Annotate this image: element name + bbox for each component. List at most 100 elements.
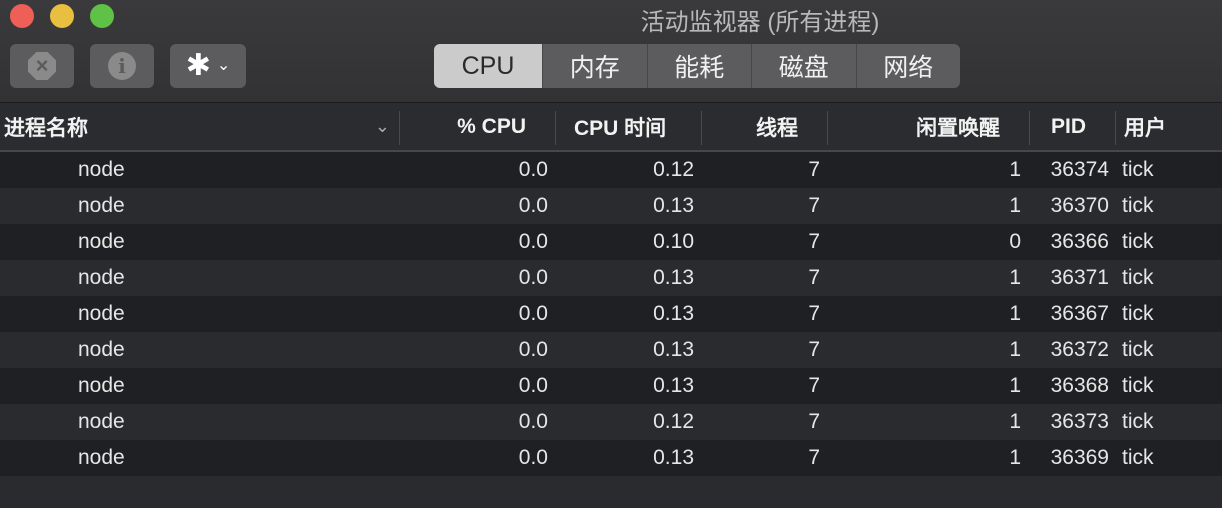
- cell-pid: 36370: [1050, 194, 1109, 217]
- cell-name: node: [78, 338, 125, 361]
- cell-user: tick: [1122, 374, 1154, 397]
- cell-cpu-pct: 0.0: [518, 230, 548, 253]
- table-row[interactable]: node 0.0 0.10 7 0 36366 tick: [0, 224, 1222, 260]
- cell-cpu-pct: 0.0: [518, 410, 548, 433]
- cell-name: node: [78, 194, 125, 217]
- table-row[interactable]: node 0.0 0.12 7 1 36373 tick: [0, 404, 1222, 440]
- cell-name: node: [78, 410, 125, 433]
- cell-cpu-time: 0.13: [653, 446, 694, 469]
- chevron-down-icon: ⌄: [216, 57, 231, 74]
- cell-cpu-time: 0.13: [653, 194, 694, 217]
- cell-cpu-time: 0.12: [653, 410, 694, 433]
- cell-user: tick: [1122, 230, 1154, 253]
- cell-user: tick: [1122, 446, 1154, 469]
- cell-cpu-pct: 0.0: [518, 266, 548, 289]
- cell-user: tick: [1122, 302, 1154, 325]
- column-header-cpu-time[interactable]: CPU 时间: [574, 103, 700, 150]
- cell-threads: 7: [808, 266, 820, 289]
- cell-pid: 36373: [1050, 410, 1109, 433]
- cell-pid: 36374: [1050, 158, 1109, 181]
- tab-1[interactable]: 内存: [542, 44, 647, 88]
- cell-pid: 36372: [1050, 338, 1109, 361]
- cell-cpu-pct: 0.0: [518, 158, 548, 181]
- sort-chevron-icon[interactable]: ⌄: [375, 116, 390, 137]
- cell-idle-wakeups: 1: [1009, 266, 1021, 289]
- cell-pid: 36367: [1050, 302, 1109, 325]
- cell-name: node: [78, 158, 125, 181]
- cell-idle-wakeups: 0: [1009, 230, 1021, 253]
- cell-name: node: [78, 230, 125, 253]
- column-header-user[interactable]: 用户: [1124, 103, 1220, 150]
- cell-idle-wakeups: 1: [1009, 338, 1021, 361]
- zoom-window-button[interactable]: [90, 4, 114, 28]
- cell-cpu-pct: 0.0: [518, 446, 548, 469]
- column-header-name[interactable]: 进程名称 ⌄: [4, 103, 394, 150]
- cell-name: node: [78, 266, 125, 289]
- cell-cpu-time: 0.13: [653, 302, 694, 325]
- column-label-name: 进程名称: [4, 116, 88, 140]
- cell-user: tick: [1122, 158, 1154, 181]
- tab-2[interactable]: 能耗: [646, 44, 752, 88]
- column-header-pid[interactable]: PID: [1030, 103, 1086, 150]
- cell-user: tick: [1122, 338, 1154, 361]
- inspect-process-button[interactable]: i: [90, 44, 154, 88]
- close-window-button[interactable]: [10, 4, 34, 28]
- cell-name: node: [78, 374, 125, 397]
- cell-threads: 7: [808, 158, 820, 181]
- cell-idle-wakeups: 1: [1009, 158, 1021, 181]
- tab-0[interactable]: CPU: [434, 44, 542, 88]
- tab-4[interactable]: 网络: [855, 44, 961, 88]
- tab-3[interactable]: 磁盘: [751, 44, 856, 88]
- cell-threads: 7: [808, 338, 820, 361]
- window-title: 活动监视器 (所有进程): [640, 9, 880, 36]
- cell-name: node: [78, 446, 125, 469]
- stop-process-icon: ×: [28, 52, 56, 80]
- cell-cpu-time: 0.10: [653, 230, 694, 253]
- cell-idle-wakeups: 1: [1009, 374, 1021, 397]
- column-divider[interactable]: [555, 111, 556, 145]
- table-row[interactable]: node 0.0 0.13 7 1 36368 tick: [0, 368, 1222, 404]
- cell-pid: 36369: [1050, 446, 1109, 469]
- cell-idle-wakeups: 1: [1009, 410, 1021, 433]
- cell-threads: 7: [808, 194, 820, 217]
- stop-process-button[interactable]: ×: [10, 44, 74, 88]
- gear-icon: ✱: [185, 49, 211, 82]
- cell-cpu-time: 0.13: [653, 338, 694, 361]
- table-row[interactable]: node 0.0 0.13 7 1 36367 tick: [0, 296, 1222, 332]
- cell-pid: 36368: [1050, 374, 1109, 397]
- cell-pid: 36366: [1050, 230, 1109, 253]
- cell-threads: 7: [808, 446, 820, 469]
- actions-menu-button[interactable]: ✱ ⌄: [170, 44, 246, 88]
- cell-name: node: [78, 302, 125, 325]
- column-header-threads[interactable]: 线程: [702, 103, 798, 150]
- table-row[interactable]: node 0.0 0.13 7 1 36370 tick: [0, 188, 1222, 224]
- process-table: node 0.0 0.12 7 1 36374 tick node 0.0 0.13 7 1 36370…: [0, 152, 1222, 476]
- table-row[interactable]: node 0.0 0.13 7 1 36369 tick: [0, 440, 1222, 476]
- column-divider[interactable]: [1115, 111, 1116, 145]
- table-row[interactable]: node 0.0 0.13 7 1 36372 tick: [0, 332, 1222, 368]
- cell-cpu-time: 0.13: [653, 374, 694, 397]
- table-header: 进程名称 ⌄ % CPU CPU 时间 线程 闲置唤醒 PID 用户: [0, 103, 1222, 152]
- column-header-idle-wakeups[interactable]: 闲置唤醒: [828, 103, 1000, 150]
- cell-user: tick: [1122, 410, 1154, 433]
- cell-threads: 7: [808, 230, 820, 253]
- cell-cpu-time: 0.12: [653, 158, 694, 181]
- cell-user: tick: [1122, 266, 1154, 289]
- cell-pid: 36371: [1050, 266, 1109, 289]
- cell-idle-wakeups: 1: [1009, 302, 1021, 325]
- category-tabs: CPU 内存 能耗 磁盘 网络: [434, 44, 960, 88]
- cell-cpu-pct: 0.0: [518, 302, 548, 325]
- table-row[interactable]: node 0.0 0.12 7 1 36374 tick: [0, 152, 1222, 188]
- minimize-window-button[interactable]: [50, 4, 74, 28]
- table-row[interactable]: node 0.0 0.13 7 1 36371 tick: [0, 260, 1222, 296]
- cell-threads: 7: [808, 410, 820, 433]
- cell-cpu-time: 0.13: [653, 266, 694, 289]
- cell-cpu-pct: 0.0: [518, 338, 548, 361]
- info-icon: i: [108, 52, 136, 80]
- cell-idle-wakeups: 1: [1009, 194, 1021, 217]
- cell-cpu-pct: 0.0: [518, 194, 548, 217]
- column-header-cpu-pct[interactable]: % CPU: [400, 103, 526, 150]
- cell-threads: 7: [808, 302, 820, 325]
- title-bar: 活动监视器 (所有进程) × i ✱ ⌄ CPU 内存 能耗 磁盘 网络: [0, 0, 1222, 103]
- cell-idle-wakeups: 1: [1009, 446, 1021, 469]
